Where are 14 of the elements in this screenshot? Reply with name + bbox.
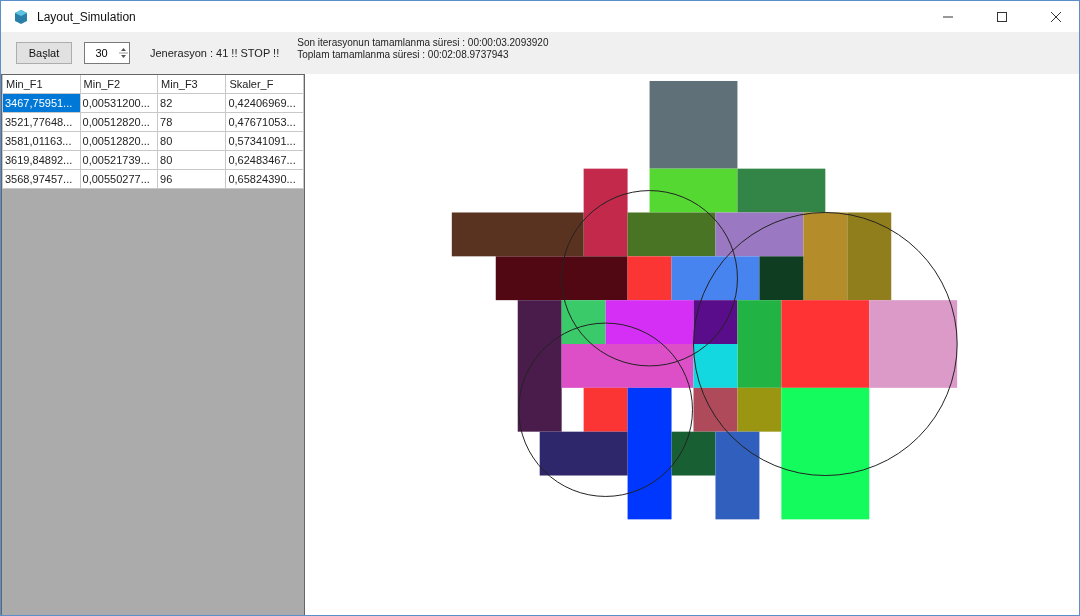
generation-status: Jenerasyon : 41 !! STOP !! (150, 47, 280, 59)
maximize-icon (997, 11, 1007, 22)
timing-text: Son iterasyonun tamamlanma süresi : 00:00:03.2093920 (297, 37, 549, 49)
generations-spinner[interactable]: 30 (84, 42, 130, 64)
column-header[interactable]: Min_F3 (157, 75, 226, 94)
column-header[interactable]: Min_F1 (2, 75, 81, 94)
column-header[interactable]: Min_F2 (80, 75, 158, 94)
start-button[interactable]: Başlat (16, 42, 72, 64)
window-title: Layout_Simulation (37, 9, 137, 24)
close-icon (1051, 11, 1061, 22)
spinner-arrows-icon[interactable] (118, 46, 129, 60)
app-cube-icon (13, 8, 29, 25)
timing-text: Toplam tamamlanma süresi : 00:02:08.9737943 (297, 49, 510, 61)
column-header[interactable]: Skaler_F (225, 75, 304, 94)
